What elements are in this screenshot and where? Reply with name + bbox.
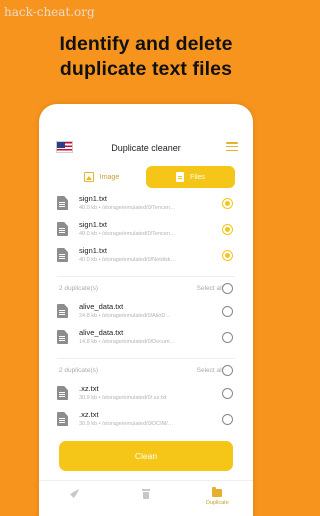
duplicate-count: 2 duplicate(s): [59, 366, 99, 374]
text-file-icon: [57, 386, 68, 400]
select-radio[interactable]: [222, 224, 233, 235]
tab-files[interactable]: Files: [146, 166, 235, 188]
phone-screen: Duplicate cleaner Image Files sign1.txt …: [39, 104, 253, 516]
nav-item-boost[interactable]: [39, 481, 110, 516]
nav-item-duplicate[interactable]: Duplicate: [182, 481, 253, 516]
nav-label: Duplicate: [205, 500, 229, 506]
list-item[interactable]: sign1.txt 40.0 kb • /storage/emulated/0/…: [57, 220, 239, 246]
type-tabs: Image Files: [57, 166, 235, 188]
text-file-icon: [57, 304, 68, 318]
text-file-icon: [57, 412, 68, 426]
text-file-icon: [57, 248, 68, 262]
clean-button[interactable]: Clean: [59, 441, 233, 471]
file-icon: [176, 172, 185, 182]
app-topbar: Duplicate cleaner: [39, 104, 253, 162]
group-header: 2 duplicate(s) Select all: [59, 364, 233, 376]
group-header: 2 duplicate(s) Select all: [59, 282, 233, 294]
list-item[interactable]: sign1.txt 40.0 kb • /storage/emulated/0/…: [57, 194, 239, 220]
file-name: sign1.txt: [79, 246, 107, 255]
list-item[interactable]: sign1.txt 40.0 kb • /storage/emulated/0/…: [57, 246, 239, 272]
file-name: .xz.txt: [79, 384, 99, 393]
text-file-icon: [57, 330, 68, 344]
app-title: Duplicate cleaner: [111, 143, 181, 153]
file-meta: 40.0 kb • /storage/emulated/0/Netdisk…: [79, 257, 177, 263]
group-divider: [57, 358, 235, 359]
nav-item-trash[interactable]: [110, 481, 181, 516]
image-icon: [83, 172, 94, 182]
file-name: sign1.txt: [79, 220, 107, 229]
list-item[interactable]: alive_data.txt 14.8 kb • /storage/emulat…: [57, 328, 239, 354]
select-all-radio[interactable]: [222, 365, 233, 376]
file-meta: 40.0 kb • /storage/emulated/0/Tencen…: [79, 231, 176, 237]
file-meta: 40.0 kb • /storage/emulated/0/Tencen…: [79, 205, 176, 211]
list-item[interactable]: .xz.txt 30.9 kb • /storage/emulated/0/DC…: [57, 410, 239, 436]
text-file-icon: [57, 196, 68, 210]
menu-icon[interactable]: [226, 142, 238, 151]
group-divider: [57, 276, 235, 277]
select-radio[interactable]: [222, 332, 233, 343]
trash-icon: [141, 489, 150, 499]
select-radio[interactable]: [222, 250, 233, 261]
select-radio[interactable]: [222, 198, 233, 209]
select-all-link[interactable]: Select all: [197, 367, 223, 374]
file-name: alive_data.txt: [79, 302, 124, 311]
file-meta: 30.9 kb • /storage/emulated/0/DCIM/…: [79, 421, 174, 427]
file-meta: 14.8 kb • /storage/emulated/0/Docum…: [79, 339, 176, 345]
tab-files-label: Files: [190, 173, 205, 181]
select-radio[interactable]: [222, 306, 233, 317]
tab-image-label: Image: [99, 173, 120, 181]
select-all-link[interactable]: Select all: [197, 285, 223, 292]
list-item[interactable]: .xz.txt 30.9 kb • /storage/emulated/0/.x…: [57, 384, 239, 410]
file-name: .xz.txt: [79, 410, 99, 419]
headline-line-2: duplicate text files: [59, 58, 233, 80]
rocket-icon: [70, 489, 80, 498]
bottom-nav: Duplicate: [39, 480, 253, 516]
select-all-radio[interactable]: [222, 283, 233, 294]
text-file-icon: [57, 222, 68, 236]
file-name: alive_data.txt: [79, 328, 124, 337]
list-item[interactable]: alive_data.txt 24.8 kb • /storage/emulat…: [57, 302, 239, 328]
select-radio[interactable]: [222, 414, 233, 425]
file-meta: 30.9 kb • /storage/emulated/0/.xz.txt: [79, 395, 167, 401]
select-radio[interactable]: [222, 388, 233, 399]
duplicate-count: 2 duplicate(s): [59, 284, 99, 292]
folder-icon: [212, 487, 223, 497]
watermark-text: hack-cheat.org: [4, 5, 95, 19]
headline-line-1: Identify and delete: [59, 33, 233, 55]
file-name: sign1.txt: [79, 194, 107, 203]
tab-image[interactable]: Image: [57, 166, 146, 188]
headline: Identify and delete duplicate text files: [0, 32, 292, 82]
file-meta: 24.8 kb • /storage/emulated/0/AlioD…: [79, 313, 171, 319]
